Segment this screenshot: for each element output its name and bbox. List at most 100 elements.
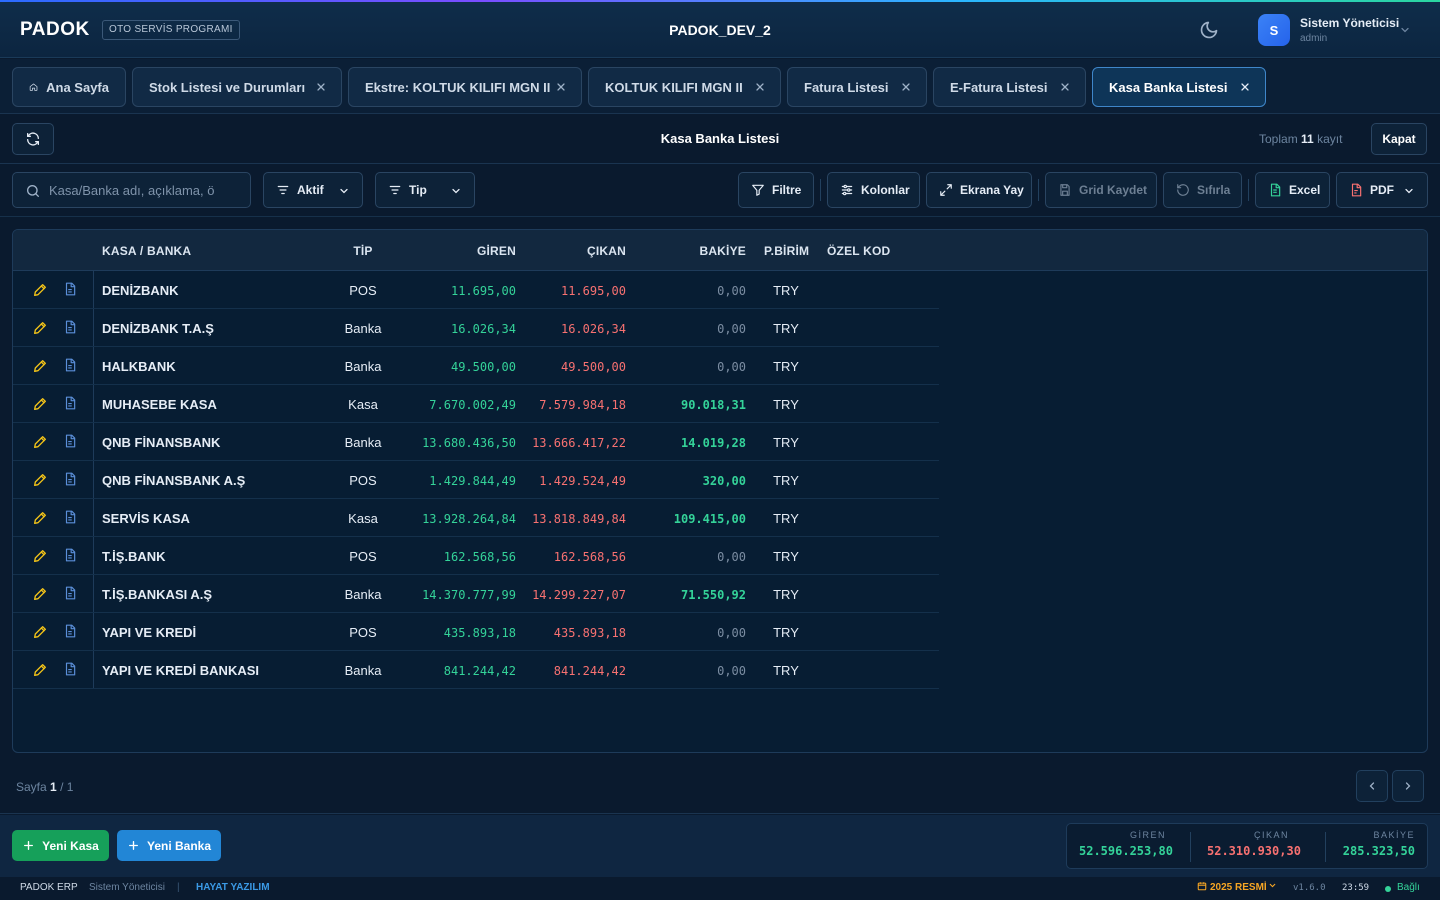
document-icon[interactable]	[63, 396, 77, 410]
cell-cikan: 11.695,00	[560, 284, 626, 298]
cell-cikan: 841.244,42	[553, 664, 626, 678]
table-row[interactable]: MUHASEBE KASA Kasa 7.670.002,49 7.579.98…	[13, 385, 939, 423]
grid-header: KASA / BANKA TİP GİREN ÇIKAN BAKİYE P.Bİ…	[13, 230, 1427, 271]
pencil-icon[interactable]	[32, 396, 48, 412]
table-row[interactable]: T.İŞ.BANK POS 162.568,56 162.568,56 0,00…	[13, 537, 939, 575]
tab-e-fatura-listesi[interactable]: E-Fatura Listesi	[933, 67, 1086, 107]
table-row[interactable]: YAPI VE KREDİ POS 435.893,18 435.893,18 …	[13, 613, 939, 651]
close-page-button[interactable]: Kapat	[1371, 123, 1427, 155]
chevron-down-icon	[340, 188, 348, 194]
user-name[interactable]: Sistem Yöneticisi	[1300, 16, 1399, 30]
app-logo[interactable]: PADOK	[20, 19, 90, 41]
pencil-icon[interactable]	[32, 320, 48, 336]
status-period[interactable]: 2025 RESMİ	[1210, 882, 1267, 893]
pencil-icon[interactable]	[32, 510, 48, 526]
tab-kasa-banka-listesi[interactable]: Kasa Banka Listesi	[1092, 67, 1266, 107]
reset-button[interactable]: Sıfırla	[1163, 172, 1242, 208]
avatar[interactable]: S	[1258, 14, 1290, 46]
document-icon[interactable]	[63, 510, 77, 524]
tab-fatura-listesi[interactable]: Fatura Listesi	[787, 67, 927, 107]
close-icon[interactable]	[900, 81, 912, 93]
pencil-icon[interactable]	[32, 662, 48, 678]
search-input[interactable]	[49, 182, 239, 198]
column-header-pbirim[interactable]: P.BİRİM	[764, 244, 809, 258]
column-header-bakiye[interactable]: BAKİYE	[626, 244, 746, 258]
summary-divider	[1190, 832, 1191, 862]
cell-bakiye: 109.415,00	[673, 512, 746, 526]
pencil-icon[interactable]	[32, 434, 48, 450]
document-icon[interactable]	[63, 434, 77, 448]
close-icon[interactable]	[754, 81, 766, 93]
table-row[interactable]: SERVİS KASA Kasa 13.928.264,84 13.818.84…	[13, 499, 939, 537]
next-page-button[interactable]	[1392, 770, 1424, 802]
fit-screen-button[interactable]: Ekrana Yay	[926, 172, 1032, 208]
table-row[interactable]: T.İŞ.BANKASI A.Ş Banka 14.370.777,99 14.…	[13, 575, 939, 613]
document-icon[interactable]	[63, 624, 77, 638]
column-header-cikan[interactable]: ÇIKAN	[516, 244, 626, 258]
cell-tip: POS	[349, 625, 377, 640]
excel-export-button[interactable]: Excel	[1255, 172, 1330, 208]
status-filter-select[interactable]: Aktif	[263, 172, 363, 208]
type-filter-select[interactable]: Tip	[375, 172, 475, 208]
tab-stok-listesi[interactable]: Stok Listesi ve Durumları	[132, 67, 342, 107]
close-icon[interactable]	[1059, 81, 1071, 93]
cell-cikan: 13.666.417,22	[532, 436, 626, 450]
cell-name: QNB FİNANSBANK A.Ş	[102, 473, 246, 488]
document-icon[interactable]	[63, 586, 77, 600]
moon-icon[interactable]	[1199, 20, 1219, 40]
total-giren: GİREN 52.596.253,80	[1079, 830, 1173, 858]
table-row[interactable]: HALKBANK Banka 49.500,00 49.500,00 0,00 …	[13, 347, 939, 385]
new-kasa-label: Yeni Kasa	[42, 838, 99, 853]
columns-button[interactable]: Kolonlar	[827, 172, 920, 208]
tab-label: KOLTUK KILIFI MGN II	[605, 79, 743, 95]
column-header-name[interactable]: KASA / BANKA	[102, 244, 191, 258]
cell-pbirim: TRY	[773, 435, 799, 450]
pencil-icon[interactable]	[32, 548, 48, 564]
table-row[interactable]: DENİZBANK POS 11.695,00 11.695,00 0,00 T…	[13, 271, 939, 309]
status-company[interactable]: HAYAT YAZILIM	[196, 882, 270, 893]
prev-page-button[interactable]	[1356, 770, 1388, 802]
document-icon[interactable]	[63, 548, 77, 562]
table-row[interactable]: YAPI VE KREDİ BANKASI Banka 841.244,42 8…	[13, 651, 939, 689]
document-icon[interactable]	[63, 472, 77, 486]
table-row[interactable]: QNB FİNANSBANK A.Ş POS 1.429.844,49 1.42…	[13, 461, 939, 499]
total-cikan-label: ÇIKAN	[1253, 830, 1289, 840]
document-icon[interactable]	[63, 282, 77, 296]
plus-icon	[24, 841, 34, 850]
column-header-giren[interactable]: GİREN	[393, 244, 516, 258]
close-icon[interactable]	[315, 81, 327, 93]
table-row[interactable]: DENİZBANK T.A.Ş Banka 16.026,34 16.026,3…	[13, 309, 939, 347]
pencil-icon[interactable]	[32, 586, 48, 602]
pencil-icon[interactable]	[32, 282, 48, 298]
record-count: Toplam 11 kayıt	[1259, 132, 1342, 146]
cell-cikan: 7.579.984,18	[539, 398, 626, 412]
column-header-ozel-kod[interactable]: ÖZEL KOD	[827, 244, 890, 258]
close-icon[interactable]	[555, 81, 567, 93]
excel-export-label: Excel	[1289, 183, 1321, 197]
pencil-icon[interactable]	[32, 358, 48, 374]
pencil-icon[interactable]	[32, 624, 48, 640]
column-header-tip[interactable]: TİP	[333, 244, 393, 258]
chevron-down-icon[interactable]	[1268, 881, 1277, 893]
status-user: Sistem Yöneticisi	[89, 882, 165, 893]
save-grid-button[interactable]: Grid Kaydet	[1045, 172, 1157, 208]
document-icon[interactable]	[63, 662, 77, 676]
pdf-file-icon	[1351, 183, 1362, 197]
fit-screen-label: Ekrana Yay	[960, 183, 1024, 197]
status-time: 23:59	[1342, 883, 1370, 893]
save-icon	[1060, 184, 1070, 196]
filter-button[interactable]: Filtre	[738, 172, 814, 208]
tab-ekstre[interactable]: Ekstre: KOLTUK KILIFI MGN II	[348, 67, 582, 107]
close-icon[interactable]	[1239, 81, 1251, 93]
table-row[interactable]: QNB FİNANSBANK Banka 13.680.436,50 13.66…	[13, 423, 939, 461]
document-icon[interactable]	[63, 358, 77, 372]
document-icon[interactable]	[63, 320, 77, 334]
pencil-icon[interactable]	[32, 472, 48, 488]
pdf-export-button[interactable]: PDF	[1336, 172, 1428, 208]
chevron-down-icon[interactable]	[1399, 24, 1411, 36]
new-kasa-button[interactable]: Yeni Kasa	[12, 830, 109, 861]
new-banka-label: Yeni Banka	[146, 838, 212, 853]
tab-koltuk-kilifi[interactable]: KOLTUK KILIFI MGN II	[588, 67, 781, 107]
new-banka-button[interactable]: Yeni Banka	[117, 830, 221, 861]
tab-ana-sayfa[interactable]: Ana Sayfa	[12, 67, 126, 107]
